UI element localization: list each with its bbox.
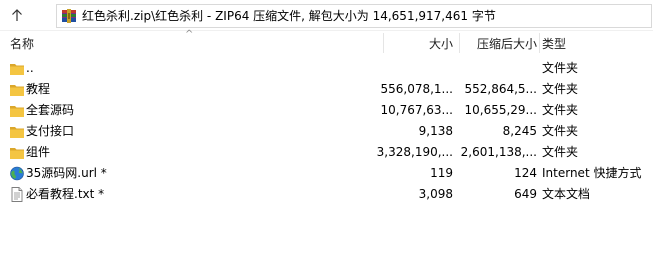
internet-shortcut-icon <box>10 166 24 181</box>
list-item[interactable]: 必看教程.txt * 3,098 649 文本文档 <box>0 184 653 205</box>
file-type: Internet 快捷方式 <box>542 166 642 180</box>
up-folder-button[interactable] <box>2 3 32 27</box>
path-text: 红色杀利.zip\红色杀利 - ZIP64 压缩文件, 解包大小为 14,651… <box>82 9 496 23</box>
file-name: 教程 <box>26 82 51 96</box>
file-type: 文件夹 <box>542 103 579 117</box>
file-size: 10,767,63... <box>380 103 453 117</box>
file-type: 文件夹 <box>542 82 579 96</box>
file-type: 文本文档 <box>542 187 591 201</box>
file-size: 556,078,1... <box>380 82 453 96</box>
column-divider[interactable] <box>459 33 460 53</box>
file-packed-size: 649 <box>514 187 537 201</box>
column-header-name[interactable]: 名称 <box>10 31 34 57</box>
file-size: 9,138 <box>418 124 453 138</box>
list-item[interactable]: 全套源码 10,767,63... 10,655,29... 文件夹 <box>0 100 653 121</box>
folder-icon <box>10 148 24 159</box>
folder-icon <box>10 85 24 96</box>
file-size: 3,098 <box>418 187 453 201</box>
folder-icon <box>10 64 24 75</box>
file-name: .. <box>26 61 34 75</box>
file-packed-size: 552,864,5... <box>464 82 537 96</box>
file-size: 119 <box>430 166 453 180</box>
file-packed-size: 8,245 <box>502 124 537 138</box>
path-field[interactable]: 红色杀利.zip\红色杀利 - ZIP64 压缩文件, 解包大小为 14,651… <box>56 4 652 28</box>
archive-window: 红色杀利.zip\红色杀利 - ZIP64 压缩文件, 解包大小为 14,651… <box>0 0 653 257</box>
list-item[interactable]: 教程 556,078,1... 552,864,5... 文件夹 <box>0 79 653 100</box>
sort-ascending-icon: ^ <box>185 29 194 40</box>
column-header-packed[interactable]: 压缩后大小 <box>477 31 537 57</box>
file-packed-size: 2,601,138,... <box>460 145 537 159</box>
folder-icon <box>10 106 24 117</box>
column-divider[interactable] <box>539 33 540 53</box>
file-type: 文件夹 <box>542 61 579 75</box>
list-item[interactable]: .. 文件夹 <box>0 58 653 79</box>
file-size: 3,328,190,... <box>376 145 453 159</box>
file-type: 文件夹 <box>542 124 579 138</box>
text-document-icon <box>11 187 23 202</box>
file-name: 组件 <box>26 145 51 159</box>
list-item[interactable]: 支付接口 9,138 8,245 文件夹 <box>0 121 653 142</box>
arrow-up-icon <box>12 9 22 21</box>
file-list: .. 文件夹 教程 556,078,1... 552,864,5... 文件夹 … <box>0 58 653 205</box>
list-item[interactable]: 35源码网.url * 119 124 Internet 快捷方式 <box>0 163 653 184</box>
column-header: ^ 名称 大小 压缩后大小 类型 <box>0 29 653 57</box>
file-name: 全套源码 <box>26 103 75 117</box>
column-header-size[interactable]: 大小 <box>429 31 453 57</box>
zip-archive-icon <box>62 9 76 23</box>
file-name: 支付接口 <box>26 124 75 138</box>
file-type: 文件夹 <box>542 145 579 159</box>
column-divider[interactable] <box>383 33 384 53</box>
folder-icon <box>10 127 24 138</box>
address-bar: 红色杀利.zip\红色杀利 - ZIP64 压缩文件, 解包大小为 14,651… <box>0 0 653 31</box>
file-packed-size: 10,655,29... <box>464 103 537 117</box>
list-item[interactable]: 组件 3,328,190,... 2,601,138,... 文件夹 <box>0 142 653 163</box>
file-name: 35源码网.url * <box>26 166 107 180</box>
column-header-type[interactable]: 类型 <box>542 31 566 57</box>
file-name: 必看教程.txt * <box>26 187 105 201</box>
file-packed-size: 124 <box>514 166 537 180</box>
